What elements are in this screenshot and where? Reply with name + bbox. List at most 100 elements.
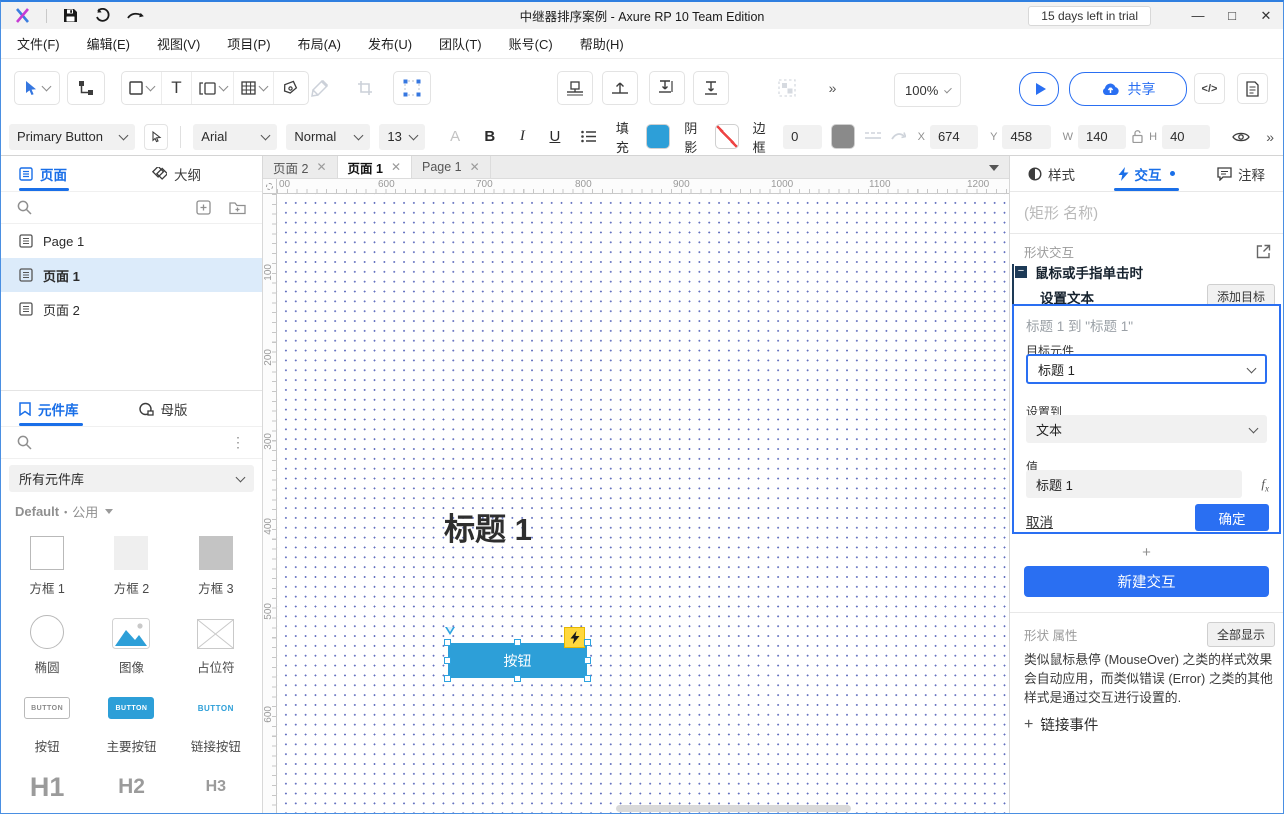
notes-doc-button[interactable] (1237, 73, 1268, 104)
widget-box3[interactable]: 方框 3 (174, 525, 258, 604)
ok-button[interactable]: 确定 (1195, 504, 1269, 531)
event-row[interactable]: − 鼠标或手指单击时 (1015, 262, 1143, 282)
resize-handle-se[interactable] (584, 675, 591, 682)
menu-help[interactable]: 帮助(H) (580, 34, 624, 53)
ruler-origin[interactable] (263, 179, 277, 194)
widget-h3[interactable]: H3 标题 3 (174, 762, 258, 814)
menu-file[interactable]: 文件(F) (17, 34, 60, 53)
border-width-input[interactable]: 0 (783, 125, 822, 149)
menu-view[interactable]: 视图(V) (157, 34, 200, 53)
cancel-link[interactable]: 取消 (1026, 511, 1053, 531)
shadow-none-swatch[interactable] (715, 124, 739, 149)
more-options-icon[interactable]: ⋮ (231, 434, 246, 451)
border-color-swatch[interactable] (831, 124, 855, 149)
minimize-button[interactable]: — (1181, 4, 1215, 28)
horizontal-scrollbar[interactable] (616, 805, 851, 812)
tab-style[interactable]: 样式 (1028, 156, 1075, 191)
font-weight-select[interactable]: Normal (286, 124, 370, 150)
italic-button[interactable]: I (510, 128, 535, 145)
font-size-select[interactable]: 13 (379, 124, 424, 150)
widget-box2[interactable]: 方框 2 (89, 525, 173, 604)
style-editor-button[interactable] (144, 124, 169, 150)
underline-button[interactable]: U (543, 128, 568, 145)
canvas-tab[interactable]: Page 1✕ (412, 156, 491, 178)
target-select[interactable]: 标题 1 (1026, 354, 1267, 384)
widget-image[interactable]: 图像 (89, 604, 173, 683)
widget-button[interactable]: BUTTON 按钮 (5, 683, 89, 762)
transform-points-button[interactable] (393, 71, 431, 105)
maximize-button[interactable]: □ (1215, 4, 1249, 28)
widget-h2[interactable]: H2 标题 2 (89, 762, 173, 814)
search-icon[interactable] (17, 200, 32, 215)
new-interaction-button[interactable]: 新建交互 (1024, 566, 1269, 597)
save-icon[interactable] (63, 8, 78, 23)
font-family-select[interactable]: Arial (193, 124, 277, 150)
collapse-event-icon[interactable]: − (1015, 266, 1027, 278)
widget-ellipse[interactable]: 椭圆 (5, 604, 89, 683)
canvas-tab[interactable]: 页面 2✕ (263, 156, 338, 178)
resize-handle-n[interactable] (514, 639, 521, 646)
share-button[interactable]: 共享 (1069, 72, 1187, 106)
preview-button[interactable] (1019, 72, 1059, 106)
stylebar-overflow-button[interactable]: » (1266, 129, 1273, 145)
text-tool-button[interactable]: T (162, 72, 192, 104)
toolbar-overflow-button[interactable]: » (819, 71, 845, 105)
canvas-tab-active[interactable]: 页面 1✕ (338, 156, 413, 178)
page-item[interactable]: Page 1 (1, 224, 262, 258)
value-input[interactable]: 标题 1 (1026, 470, 1242, 498)
w-input[interactable]: 140 (1078, 125, 1126, 149)
tab-outline[interactable]: 大纲 (151, 164, 201, 184)
menu-account[interactable]: 账号(C) (509, 34, 553, 53)
bold-button[interactable]: B (477, 128, 502, 145)
y-input[interactable]: 458 (1002, 125, 1050, 149)
set-to-select[interactable]: 文本 (1026, 415, 1267, 443)
add-page-icon[interactable] (196, 200, 211, 215)
visibility-eye-icon[interactable] (1232, 131, 1250, 143)
tab-widget-library[interactable]: 元件库 (19, 399, 79, 419)
resize-handle-sw[interactable] (444, 675, 451, 682)
menu-edit[interactable]: 编辑(E) (87, 34, 130, 53)
page-item-selected[interactable]: 页面 1 (1, 258, 262, 292)
tab-notes[interactable]: 注释 (1217, 156, 1265, 191)
tab-list-caret-icon[interactable] (989, 165, 999, 171)
bullet-list-button[interactable] (577, 130, 600, 143)
menu-arrange[interactable]: 布局(A) (298, 34, 341, 53)
library-group-row[interactable]: Default • 公用 (1, 492, 262, 523)
style-preset-select[interactable]: Primary Button (9, 124, 135, 150)
search-icon[interactable] (17, 435, 32, 450)
close-tab-icon[interactable]: ✕ (391, 160, 401, 174)
bring-to-front-button[interactable] (602, 71, 638, 105)
tab-pages[interactable]: 页面 (19, 164, 67, 184)
resize-handle-s[interactable] (514, 675, 521, 682)
link-events-button[interactable]: + 链接事件 (1024, 714, 1098, 735)
page-item[interactable]: 页面 2 (1, 292, 262, 326)
widget-box1[interactable]: 方框 1 (5, 525, 89, 604)
widget-name-input[interactable]: (矩形 名称) (1010, 192, 1283, 234)
table-tool-button[interactable] (234, 72, 274, 104)
fx-icon[interactable]: fx (1261, 476, 1269, 494)
library-filter-select[interactable]: 所有元件库 (9, 465, 254, 492)
show-all-button[interactable]: 全部显示 (1207, 622, 1275, 647)
resize-handle-w[interactable] (444, 657, 451, 664)
canvas-heading-widget[interactable]: 标题 1 (444, 504, 532, 549)
align-text-bottom-button[interactable] (649, 71, 685, 105)
menu-team[interactable]: 团队(T) (439, 34, 482, 53)
rectangle-tool-button[interactable] (122, 72, 162, 104)
close-button[interactable]: ✕ (1249, 4, 1283, 28)
undo-icon[interactable] (94, 8, 111, 23)
tab-interaction[interactable]: 交互 (1118, 156, 1175, 191)
widget-placeholder[interactable]: 占位符 (174, 604, 258, 683)
x-input[interactable]: 674 (930, 125, 978, 149)
widget-link-button[interactable]: BUTTON 链接按钮 (174, 683, 258, 762)
send-to-back-button[interactable] (557, 71, 593, 105)
add-folder-icon[interactable] (229, 201, 246, 215)
close-tab-icon[interactable]: ✕ (316, 160, 326, 174)
lock-ratio-icon[interactable] (1132, 130, 1143, 143)
frame-tool-button[interactable] (192, 72, 234, 104)
menu-project[interactable]: 项目(P) (227, 34, 270, 53)
tab-masters[interactable]: 母版 (139, 399, 188, 419)
widget-primary-button[interactable]: BUTTON 主要按钮 (89, 683, 173, 762)
fill-color-swatch[interactable] (646, 124, 670, 149)
align-text-top-button[interactable] (693, 71, 729, 105)
zoom-select[interactable]: 100% (894, 73, 961, 107)
